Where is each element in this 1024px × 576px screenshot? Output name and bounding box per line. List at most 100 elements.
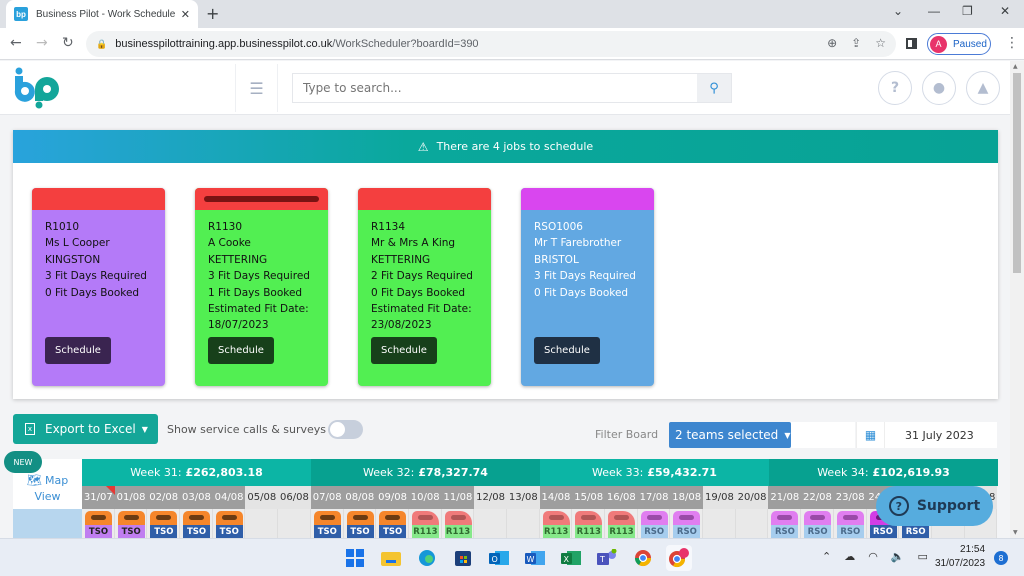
booking-block[interactable]: RSO — [673, 511, 701, 539]
day-header[interactable]: 10/08 — [408, 486, 442, 509]
teams-icon[interactable]: T — [594, 545, 620, 571]
day-header[interactable]: 09/08 — [376, 486, 409, 509]
day-header[interactable]: 13/08 — [506, 486, 540, 509]
schedule-cell[interactable] — [506, 509, 540, 539]
battery-icon[interactable]: ▭ — [918, 550, 928, 563]
day-header[interactable]: 04/08 — [212, 486, 246, 509]
day-header[interactable]: 31/07 — [82, 486, 115, 509]
browser-menu-icon[interactable]: ⋮ — [1005, 35, 1019, 51]
day-header[interactable]: 02/08 — [147, 486, 181, 509]
schedule-cell[interactable]: R113 — [408, 509, 442, 539]
job-card[interactable]: R1130 A Cooke KETTERING 3 Fit Days Requi… — [195, 188, 328, 386]
booking-block[interactable]: TSO — [183, 511, 211, 539]
menu-toggle-button[interactable]: ☰ — [235, 64, 278, 112]
schedule-cell[interactable]: RSO — [801, 509, 834, 539]
booking-block[interactable]: R113 — [411, 511, 439, 539]
booking-block[interactable]: RSO — [640, 511, 668, 539]
schedule-button[interactable]: Schedule — [534, 337, 600, 364]
day-header[interactable]: 18/08 — [670, 486, 704, 509]
booking-block[interactable]: R113 — [608, 511, 635, 539]
job-card[interactable]: R1010 Ms L Cooper KINGSTON 3 Fit Days Re… — [32, 188, 165, 386]
wifi-icon[interactable]: ◠ — [868, 550, 878, 563]
day-header[interactable]: 22/08 — [801, 486, 834, 509]
teams-select-extension[interactable] — [791, 422, 855, 448]
booking-block[interactable]: R113 — [575, 511, 603, 539]
reload-icon[interactable]: ↻ — [62, 35, 74, 51]
edge-icon[interactable] — [414, 545, 440, 571]
day-header[interactable]: 21/08 — [768, 486, 802, 509]
scroll-down-icon[interactable]: ▼ — [1013, 529, 1018, 536]
booking-block[interactable]: TSO — [117, 511, 145, 539]
teams-select[interactable]: 2 teams selected ▼ — [669, 422, 791, 448]
day-header[interactable]: 07/08 — [310, 486, 344, 509]
day-header[interactable]: 01/08 — [114, 486, 148, 509]
booking-block[interactable]: TSO — [313, 511, 341, 539]
tab-close-icon[interactable]: ✕ — [181, 8, 190, 21]
schedule-cell[interactable] — [735, 509, 769, 539]
booking-block[interactable]: TSO — [346, 511, 374, 539]
side-panel-icon[interactable] — [906, 38, 917, 49]
support-button[interactable]: ? Support — [876, 486, 993, 526]
booking-block[interactable]: TSO — [150, 511, 178, 539]
date-picker-field[interactable]: 31 July 2023 — [884, 422, 997, 448]
schedule-cell[interactable] — [245, 509, 279, 539]
business-pilot-logo[interactable] — [12, 67, 62, 109]
job-card[interactable]: RSO1006 Mr T Farebrother BRISTOL 3 Fit D… — [521, 188, 654, 386]
booking-block[interactable]: RSO — [804, 511, 832, 539]
day-header[interactable]: 15/08 — [572, 486, 605, 509]
schedule-button[interactable]: Schedule — [45, 337, 111, 364]
schedule-cell[interactable]: R113 — [605, 509, 638, 539]
schedule-cell[interactable]: R113 — [539, 509, 573, 539]
chrome-profile-icon[interactable] — [666, 545, 692, 571]
schedule-cell[interactable]: RSO — [670, 509, 704, 539]
notification-badge[interactable]: 8 — [994, 551, 1008, 565]
new-tab-button[interactable]: + — [206, 4, 219, 23]
booking-block[interactable]: TSO — [85, 511, 112, 539]
schedule-cell[interactable]: TSO — [114, 509, 148, 539]
calendar-icon[interactable]: ▦ — [856, 422, 884, 448]
day-header[interactable]: 14/08 — [539, 486, 573, 509]
tab-search-icon[interactable]: ⌄ — [893, 4, 903, 18]
schedule-cell[interactable]: TSO — [376, 509, 409, 539]
profile-button[interactable]: A Paused — [927, 33, 991, 55]
job-card[interactable]: R1134 Mr & Mrs A King KETTERING 2 Fit Da… — [358, 188, 491, 386]
outlook-icon[interactable]: O — [486, 545, 512, 571]
schedule-cell[interactable]: TSO — [82, 509, 115, 539]
day-header[interactable]: 19/08 — [703, 486, 736, 509]
schedule-cell[interactable]: TSO — [180, 509, 213, 539]
schedule-button[interactable]: Schedule — [208, 337, 274, 364]
close-window-button[interactable]: ✕ — [1000, 4, 1010, 18]
day-header[interactable]: 23/08 — [833, 486, 867, 509]
day-header[interactable]: 08/08 — [343, 486, 377, 509]
user-button[interactable]: ● — [922, 71, 956, 105]
day-header[interactable]: 17/08 — [637, 486, 671, 509]
url-field[interactable]: 🔒 businesspilottraining.app.businesspilo… — [86, 31, 896, 57]
day-header[interactable]: 11/08 — [441, 486, 475, 509]
bookmark-star-icon[interactable]: ☆ — [875, 36, 886, 50]
booking-block[interactable]: RSO — [771, 511, 799, 539]
chrome-icon[interactable] — [630, 545, 656, 571]
scrollbar-thumb[interactable] — [1013, 73, 1021, 273]
booking-block[interactable]: R113 — [542, 511, 570, 539]
forward-icon[interactable]: → — [36, 35, 48, 51]
schedule-cell[interactable]: TSO — [310, 509, 344, 539]
schedule-cell[interactable]: RSO — [637, 509, 671, 539]
share-icon[interactable]: ⇪ — [851, 36, 861, 50]
day-header[interactable]: 03/08 — [180, 486, 213, 509]
export-to-excel-button[interactable]: x Export to Excel ▼ — [13, 414, 158, 444]
onedrive-icon[interactable]: ☁ — [844, 550, 855, 563]
day-header[interactable]: 06/08 — [278, 486, 311, 509]
page-scrollbar[interactable]: ▲ ▼ — [1010, 61, 1024, 538]
scroll-up-icon[interactable]: ▲ — [1013, 63, 1018, 70]
schedule-cell[interactable]: TSO — [212, 509, 246, 539]
browser-tab[interactable]: bp Business Pilot - Work Schedule ✕ — [6, 0, 198, 28]
help-button[interactable]: ? — [878, 71, 912, 105]
schedule-cell[interactable]: RSO — [768, 509, 802, 539]
back-icon[interactable]: ← — [10, 35, 22, 51]
schedule-cell[interactable] — [474, 509, 507, 539]
schedule-cell[interactable]: R113 — [572, 509, 605, 539]
volume-icon[interactable]: 🔈 — [891, 550, 905, 563]
excel-icon[interactable]: X — [558, 545, 584, 571]
store-icon[interactable] — [450, 545, 476, 571]
day-header[interactable]: 20/08 — [735, 486, 769, 509]
